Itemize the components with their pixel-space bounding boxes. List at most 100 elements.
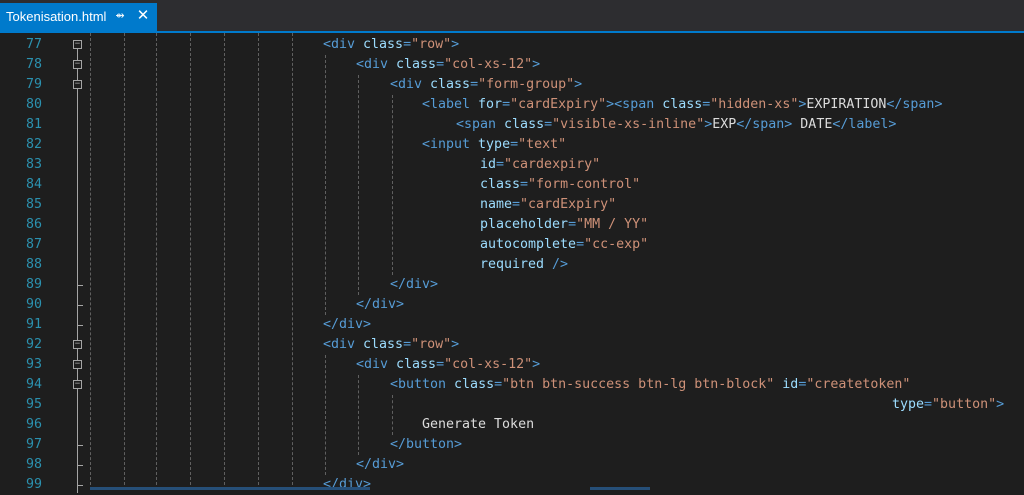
code-line[interactable]: <span class="visible-xs-inline">EXP</spa… [456, 115, 896, 135]
code-line[interactable]: name="cardExpiry" [480, 195, 616, 215]
code-token: = [436, 357, 445, 372]
code-token: "row" [411, 37, 452, 52]
code-token: type [478, 137, 511, 152]
code-token: "cardexpiry" [504, 157, 601, 172]
code-token: </span> [886, 97, 943, 112]
code-token: class [480, 177, 521, 192]
code-token: name [480, 197, 513, 212]
line-number: 83 [25, 157, 42, 172]
line-number: 92 [25, 337, 42, 352]
indent-guide [90, 33, 91, 490]
code-token: = [470, 77, 479, 92]
code-line[interactable]: class="form-control" [480, 175, 640, 195]
block-guide [392, 95, 393, 275]
code-token: <input [422, 137, 479, 152]
code-token: = [403, 337, 412, 352]
code-token: "cardExpiry" [510, 97, 607, 112]
collapse-icon[interactable]: − [73, 40, 82, 49]
indent-guide [292, 33, 293, 490]
block-guide [325, 355, 326, 475]
fold-end-tick [77, 285, 83, 286]
fold-end-tick [77, 325, 83, 326]
code-line[interactable]: <div class="row"> [323, 335, 459, 355]
code-token: = [568, 217, 577, 232]
code-token: > [532, 57, 541, 72]
code-token: "text" [518, 137, 567, 152]
code-token: "MM / YY" [576, 217, 649, 232]
code-line[interactable]: id="cardexpiry" [480, 155, 600, 175]
code-token: for [478, 97, 503, 112]
code-token: required [480, 257, 545, 272]
code-token: <div [356, 357, 397, 372]
code-token: id [480, 157, 497, 172]
code-line[interactable]: type="button"> [892, 395, 1004, 415]
code-token: = [544, 117, 553, 132]
code-line[interactable]: Generate Token [422, 415, 534, 435]
line-number: 78 [25, 57, 42, 72]
code-line[interactable]: </div> [323, 475, 371, 495]
code-line[interactable]: placeholder="MM / YY" [480, 215, 648, 235]
close-icon[interactable]: ✕ [134, 7, 152, 25]
code-line[interactable]: </button> [390, 435, 462, 455]
code-token: "btn btn-success btn-lg btn-block" [502, 377, 775, 392]
code-token: "button" [932, 397, 997, 412]
code-editor[interactable]: 77 78 79 80 81 82 83 84 85 86 87 88 89 90 91 92 93 94 95 96… [0, 33, 1024, 493]
line-number: 86 [25, 217, 42, 232]
code-token: > [451, 37, 460, 52]
indent-guide [258, 33, 259, 490]
code-line[interactable]: <input type="text" [422, 135, 566, 155]
indent-guide [190, 33, 191, 490]
code-line[interactable]: autocomplete="cc-exp" [480, 235, 648, 255]
indent-guide [224, 33, 225, 490]
code-token: class [396, 357, 437, 372]
file-tab[interactable]: Tokenisation.html ⇴ ✕ [0, 3, 157, 31]
code-line[interactable]: <div class="form-group"> [390, 75, 582, 95]
code-token: "createtoken" [806, 377, 911, 392]
code-token: Generate Token [422, 417, 535, 432]
block-guide [358, 75, 359, 295]
code-line[interactable]: required /> [480, 255, 568, 275]
code-line[interactable]: <button class="btn btn-success btn-lg bt… [390, 375, 910, 395]
code-line[interactable]: <div class="row"> [323, 35, 459, 55]
collapse-icon[interactable]: − [73, 380, 82, 389]
code-token: placeholder [480, 217, 569, 232]
code-line[interactable]: <div class="col-xs-12"> [356, 55, 540, 75]
line-number: 88 [25, 257, 42, 272]
indent-guide [124, 33, 125, 490]
fold-end-tick [77, 445, 83, 446]
line-number: 97 [25, 437, 42, 452]
line-number: 93 [25, 357, 42, 372]
code-token: /> [544, 257, 569, 272]
code-token: </div> [390, 277, 439, 292]
block-guide [325, 55, 326, 315]
code-token: class [363, 37, 404, 52]
code-token: = [924, 397, 933, 412]
pin-icon[interactable]: ⇴ [113, 9, 127, 23]
code-token: <label [422, 97, 479, 112]
code-line[interactable]: <label for="cardExpiry"><span class="hid… [422, 95, 942, 115]
code-token: = [403, 37, 412, 52]
line-number: 98 [25, 457, 42, 472]
code-line[interactable]: </div> [390, 275, 438, 295]
code-token: "row" [411, 337, 452, 352]
code-token: = [502, 97, 511, 112]
editor-tab-bar: Tokenisation.html ⇴ ✕ [0, 0, 1024, 33]
code-token: = [510, 137, 519, 152]
code-line[interactable]: </div> [356, 295, 404, 315]
code-token: "hidden-xs" [710, 97, 799, 112]
code-token: > [451, 337, 460, 352]
code-token: ><span [606, 97, 663, 112]
line-number: 82 [25, 137, 42, 152]
line-number: 99 [25, 477, 42, 492]
code-token: <div [390, 77, 431, 92]
code-token: </label> [832, 117, 897, 132]
collapse-icon[interactable]: − [73, 360, 82, 369]
collapse-icon[interactable]: − [73, 340, 82, 349]
code-line[interactable]: </div> [323, 315, 371, 335]
code-line[interactable]: <div class="col-xs-12"> [356, 355, 540, 375]
code-line[interactable]: </div> [356, 455, 404, 475]
collapse-icon[interactable]: − [73, 60, 82, 69]
code-token: class [363, 337, 404, 352]
collapse-icon[interactable]: − [73, 80, 82, 89]
code-token: </button> [390, 437, 463, 452]
